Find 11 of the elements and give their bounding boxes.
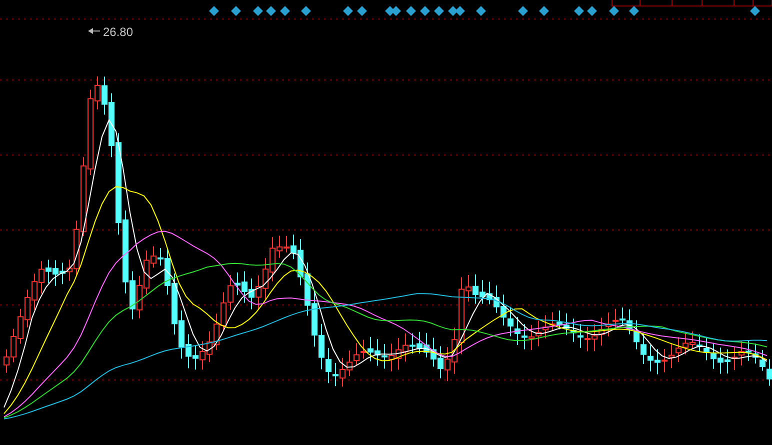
diamond-icon [476,6,486,16]
diamond-icon [750,6,760,16]
diamond-icon [539,6,549,16]
cut-off-tab[interactable] [752,0,772,6]
diamond-icon [231,6,241,16]
high-arrow-icon [88,28,100,34]
diamond-icon [209,6,219,16]
high-price-label: 26.80 [103,25,134,39]
diamond-icon [518,6,528,16]
cut-off-tab[interactable] [612,0,640,6]
diamond-icon [301,6,311,16]
